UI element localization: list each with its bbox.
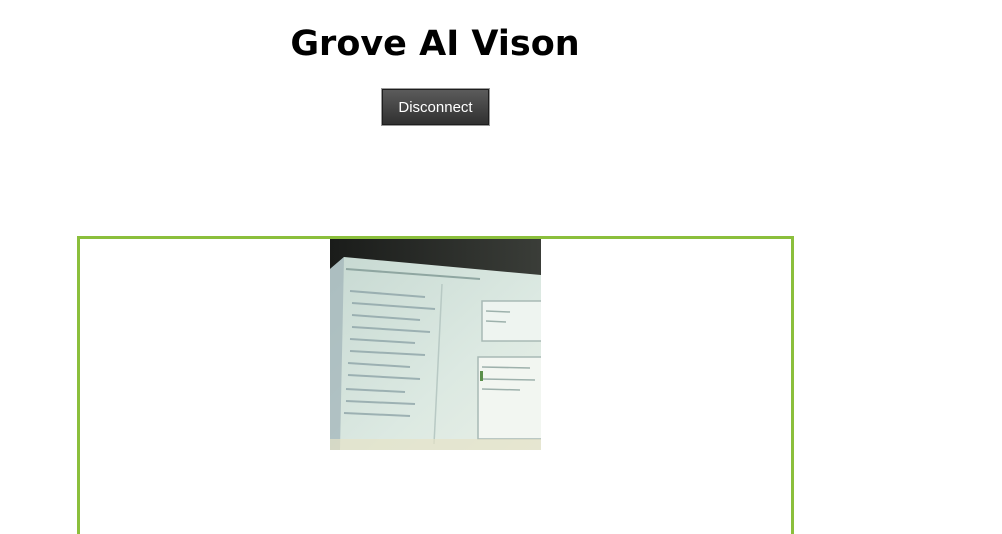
camera-stream-image [330, 239, 541, 450]
app-page: Grove AI Vison Disconnect [0, 0, 1002, 534]
camera-stream-svg [330, 239, 541, 450]
disconnect-button[interactable]: Disconnect [381, 88, 490, 126]
page-title: Grove AI Vison [290, 24, 580, 64]
